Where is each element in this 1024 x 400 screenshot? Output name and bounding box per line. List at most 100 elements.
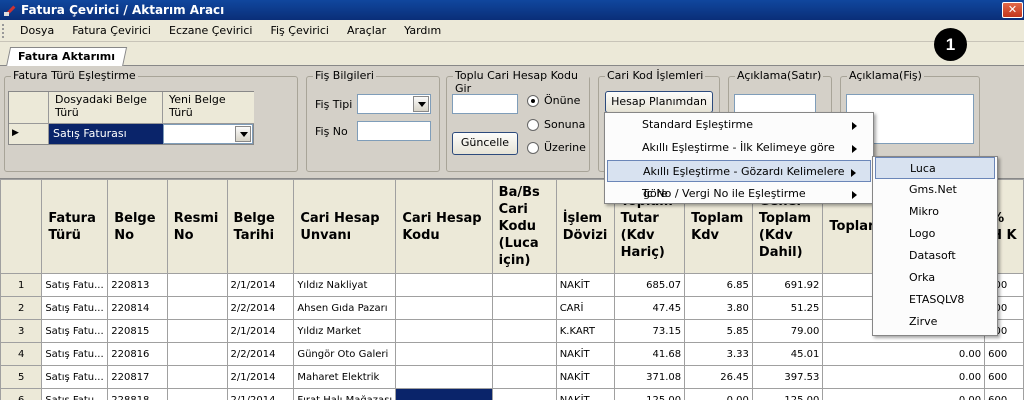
menu-araclar[interactable]: Araçlar	[338, 24, 395, 37]
tutar-cell[interactable]: 41.68	[613, 342, 686, 366]
cari-unvan-cell[interactable]: Güngör Oto Galeri	[293, 342, 397, 366]
cari-kodu-cell[interactable]	[395, 365, 493, 389]
row-number[interactable]: 1	[0, 273, 43, 297]
kdv-cell[interactable]: 26.45	[684, 365, 753, 389]
genel-toplam-cell[interactable]: 51.25	[751, 296, 824, 320]
tutar-cell[interactable]: 47.45	[613, 296, 686, 320]
fatura-turu-cell[interactable]: Satış Fatu...	[41, 342, 109, 366]
babs-kodu-cell[interactable]	[491, 365, 557, 389]
kdv-cell[interactable]: 3.33	[684, 342, 753, 366]
row-number[interactable]: 6	[0, 388, 43, 400]
ctx-akilli-gozardi[interactable]: Akıllı Eşleştirme - Gözardı Kelimelere g…	[607, 160, 871, 200]
doviz-cell[interactable]: NAKİT	[555, 365, 615, 389]
submenu-mikro[interactable]: Mikro	[875, 201, 995, 223]
tutar-cell[interactable]: 685.07	[613, 273, 686, 297]
resmi-no-cell[interactable]	[166, 365, 228, 389]
row-number[interactable]: 2	[0, 296, 43, 320]
cari-unvan-cell[interactable]: Yıldız Market	[293, 319, 397, 343]
col-cari-hesap-unvani[interactable]: Cari Hesap Unvanı	[293, 179, 397, 274]
col-fatura-turu[interactable]: Fatura Türü	[41, 179, 109, 274]
genel-toplam-cell[interactable]: 691.92	[751, 273, 824, 297]
menu-dosya[interactable]: Dosya	[11, 24, 63, 37]
table-row[interactable]: 6 Satış Fatu... 228818 2/1/2014 Fırat Halı M…	[0, 388, 1024, 400]
fatura-turu-cell[interactable]: Satış Fatu...	[41, 365, 109, 389]
cari-unvan-cell[interactable]: Fırat Halı Mağazası	[293, 388, 397, 400]
submenu-luca[interactable]: Luca	[875, 157, 995, 179]
doviz-cell[interactable]: NAKİT	[555, 388, 615, 400]
ctx-akilli-ilk-kelime[interactable]: Akıllı Eşleştirme - İlk Kelimeye göre	[607, 137, 871, 159]
radio-uzerine[interactable]	[527, 142, 539, 154]
percent-cell[interactable]: 600	[984, 365, 1024, 389]
ctx-standard-eslestirme[interactable]: Standard Eşleştirme	[607, 114, 871, 136]
cari-kodu-cell[interactable]	[395, 319, 493, 343]
menu-eczane-cevirici[interactable]: Eczane Çevirici	[160, 24, 261, 37]
belge-tarihi-cell[interactable]: 2/2/2014	[226, 342, 295, 366]
radio-onune[interactable]	[527, 95, 539, 107]
fis-no-input[interactable]	[357, 121, 431, 141]
doviz-cell[interactable]: NAKİT	[555, 342, 615, 366]
genel-toplam-cell[interactable]: 397.53	[751, 365, 824, 389]
table-row[interactable]: 4 Satış Fatu... 220816 2/2/2014 Güngör Oto G…	[0, 342, 1024, 366]
doviz-cell[interactable]: K.KART	[555, 319, 615, 343]
radio-sonuna[interactable]	[527, 119, 539, 131]
belge-no-cell[interactable]: 220816	[107, 342, 168, 366]
submenu-etasqlv8[interactable]: ETASQLV8	[875, 289, 995, 311]
dropdown-arrow-icon[interactable]	[235, 126, 251, 142]
table-row[interactable]: 1 Satış Fatu... 220813 2/1/2014 Yıldız Nakli…	[0, 273, 1024, 297]
col-cari-hesap-kodu[interactable]: Cari Hesap Kodu	[395, 179, 493, 274]
dropdown-arrow-icon[interactable]	[413, 96, 429, 112]
cari-kodu-cell[interactable]	[395, 388, 493, 400]
doviz-cell[interactable]: CARİ	[555, 296, 615, 320]
miktar-cell[interactable]: 0.00	[822, 342, 986, 366]
kdv-cell[interactable]: 5.85	[684, 319, 753, 343]
resmi-no-cell[interactable]	[166, 319, 228, 343]
belge-tarihi-cell[interactable]: 2/1/2014	[226, 319, 295, 343]
genel-toplam-cell[interactable]: 125.00	[751, 388, 824, 400]
percent-cell[interactable]: 600	[984, 342, 1024, 366]
fatura-turu-cell[interactable]: Satış Fatu...	[41, 296, 109, 320]
babs-kodu-cell[interactable]	[491, 296, 557, 320]
kdv-cell[interactable]: 3.80	[684, 296, 753, 320]
belge-no-cell[interactable]: 220815	[107, 319, 168, 343]
belge-tarihi-cell[interactable]: 2/1/2014	[226, 388, 295, 400]
resmi-no-cell[interactable]	[166, 342, 228, 366]
cari-kodu-cell[interactable]	[395, 342, 493, 366]
fis-tipi-select[interactable]	[357, 94, 431, 114]
menu-fatura-cevirici[interactable]: Fatura Çevirici	[63, 24, 160, 37]
tab-fatura-aktarimi[interactable]: Fatura Aktarımı	[5, 47, 128, 67]
table-row[interactable]: 3 Satış Fatu... 220815 2/1/2014 Yıldız Marke…	[0, 319, 1024, 343]
col-babs-cari-kodu[interactable]: Ba/Bs Cari Kodu (Luca için)	[491, 179, 557, 274]
resmi-no-cell[interactable]	[166, 388, 228, 400]
belge-turu-cell[interactable]: Satış Faturası	[49, 124, 163, 144]
belge-no-cell[interactable]: 220817	[107, 365, 168, 389]
tutar-cell[interactable]: 125.00	[613, 388, 686, 400]
genel-toplam-cell[interactable]: 79.00	[751, 319, 824, 343]
tutar-cell[interactable]: 371.08	[613, 365, 686, 389]
belge-no-cell[interactable]: 220814	[107, 296, 168, 320]
hesap-planimdan-button[interactable]: Hesap Planımdan	[605, 91, 713, 113]
col-resmi-no[interactable]: Resmi No	[166, 179, 228, 274]
fatura-turu-grid[interactable]: Dosyadaki Belge Türü Yeni Belge Türü ▶ S…	[8, 91, 254, 145]
miktar-cell[interactable]: 0.00	[822, 365, 986, 389]
genel-toplam-cell[interactable]: 45.01	[751, 342, 824, 366]
submenu-orka[interactable]: Orka	[875, 267, 995, 289]
babs-kodu-cell[interactable]	[491, 273, 557, 297]
babs-kodu-cell[interactable]	[491, 319, 557, 343]
cari-unvan-cell[interactable]: Ahsen Gıda Pazarı	[293, 296, 397, 320]
resmi-no-cell[interactable]	[166, 296, 228, 320]
babs-kodu-cell[interactable]	[491, 342, 557, 366]
row-number[interactable]: 4	[0, 342, 43, 366]
table-row[interactable]: 2 Satış Fatu... 220814 2/2/2014 Ahsen Gıda P…	[0, 296, 1024, 320]
submenu-zirve[interactable]: Zirve	[875, 311, 995, 333]
cari-kod-input[interactable]	[452, 94, 518, 114]
belge-no-cell[interactable]: 228818	[107, 388, 168, 400]
tutar-cell[interactable]: 73.15	[613, 319, 686, 343]
row-number[interactable]: 3	[0, 319, 43, 343]
cari-kodu-cell[interactable]	[395, 296, 493, 320]
cari-unvan-cell[interactable]: Maharet Elektrik	[293, 365, 397, 389]
fatura-turu-cell[interactable]: Satış Fatu...	[41, 273, 109, 297]
table-row[interactable]: 5 Satış Fatu... 220817 2/1/2014 Maharet Elek…	[0, 365, 1024, 389]
ctx-tcno-vergino[interactable]: Tc No / Vergi No ile Eşleştirme	[607, 183, 871, 205]
cari-kodu-cell[interactable]	[395, 273, 493, 297]
menu-yardim[interactable]: Yardım	[395, 24, 450, 37]
